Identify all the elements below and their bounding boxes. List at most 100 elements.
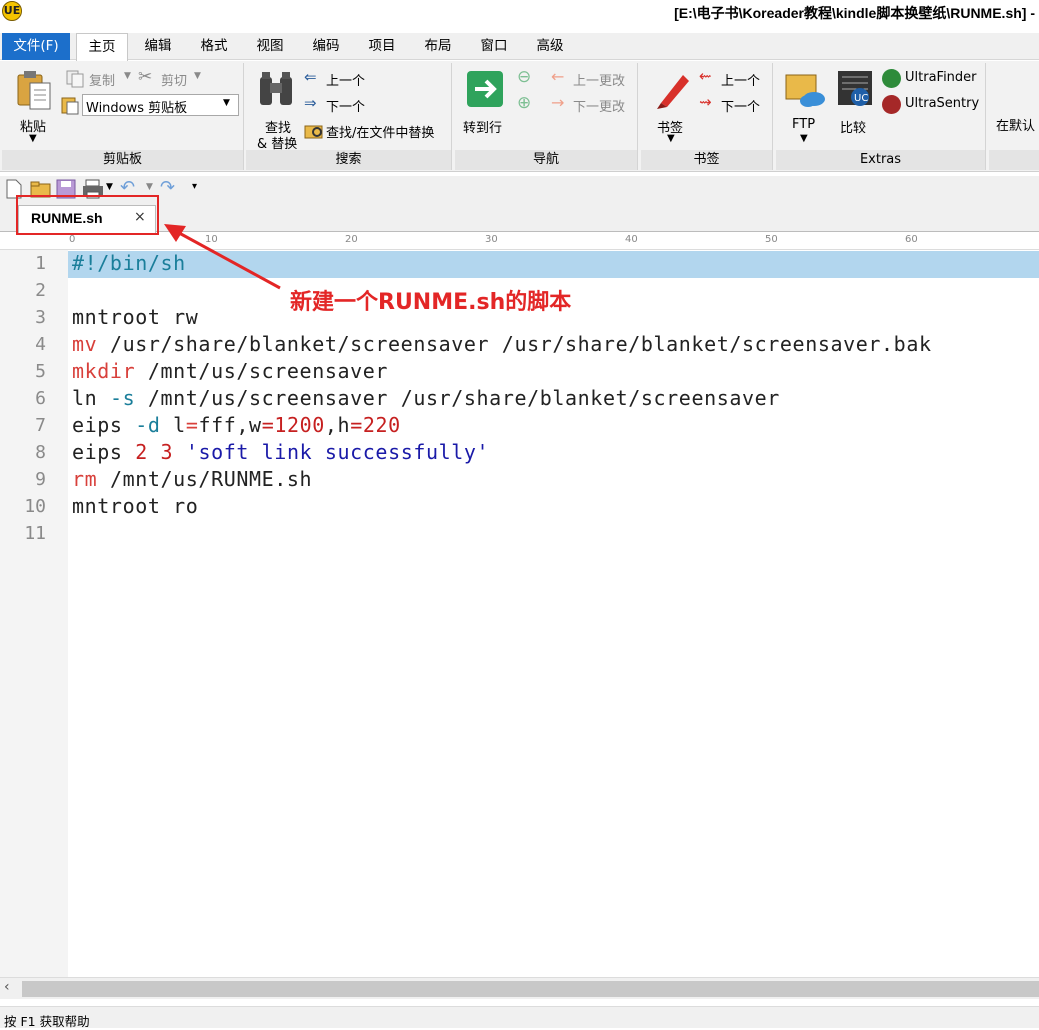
compare-icon: UC bbox=[838, 71, 872, 106]
menu-format[interactable]: 格式 bbox=[191, 33, 237, 60]
binoculars-icon bbox=[260, 72, 292, 105]
paste-button[interactable]: 粘贴 ▼ bbox=[12, 67, 58, 147]
horizontal-scrollbar[interactable]: ‹ bbox=[0, 977, 1039, 999]
find-next-icon: ⇒ bbox=[304, 94, 317, 112]
prev-change-button[interactable]: ← 上一更改 bbox=[551, 67, 635, 90]
code-line[interactable]: mntroot rw bbox=[72, 305, 198, 329]
code-token: /usr/share/blanket/screensaver /usr/shar… bbox=[97, 332, 932, 356]
bookmark-next-label: 下一个 bbox=[721, 100, 761, 115]
ruler-tick: 20 bbox=[345, 234, 358, 245]
ultrasentry-button[interactable]: UltraSentry bbox=[882, 94, 984, 116]
navigation-group-title: 导航 bbox=[455, 150, 637, 170]
find-next-label: 下一个 bbox=[326, 100, 366, 115]
clipboard-group: 粘贴 ▼ 复制 ▼ ✂ 剪切 ▼ Windows 剪贴板 ▼ 剪贴板 bbox=[2, 63, 244, 170]
ultrafinder-label: UltraFinder bbox=[905, 70, 977, 85]
back-circle-icon[interactable]: ⊖ bbox=[517, 67, 531, 87]
menu-encoding[interactable]: 编码 bbox=[303, 33, 349, 60]
window-title: [E:\电子书\Koreader教程\kindle脚本换壁纸\RUNME.sh]… bbox=[674, 5, 1035, 21]
code-token: rm bbox=[72, 467, 98, 491]
paste-icon bbox=[17, 71, 51, 110]
code-line[interactable]: mntroot ro bbox=[72, 494, 198, 518]
navigation-group: 转到行 ⊖ ⊕ ← 上一更改 → 下一更改 导航 bbox=[455, 63, 638, 170]
find-prev-label: 上一个 bbox=[326, 74, 366, 89]
folder-search-icon bbox=[304, 125, 323, 139]
ultrafinder-button[interactable]: UltraFinder bbox=[882, 68, 984, 90]
extras-group: FTP ▼ UC 比较 UltraFinder UltraSentry Extr… bbox=[776, 63, 986, 170]
code-editor[interactable]: #!/bin/sh mntroot rw mv /usr/share/blanket… bbox=[68, 250, 1039, 977]
menu-view[interactable]: 视图 bbox=[247, 33, 293, 60]
chevron-down-icon[interactable]: ▼ bbox=[106, 182, 113, 192]
scissors-icon: ✂ bbox=[138, 67, 153, 87]
code-token: /mnt/us/RUNME.sh bbox=[97, 467, 313, 491]
menu-edit[interactable]: 编辑 bbox=[135, 33, 181, 60]
line-number: 10 bbox=[24, 496, 46, 517]
code-line[interactable]: eips 2 3 'soft link successfully' bbox=[72, 440, 489, 464]
menu-layout[interactable]: 布局 bbox=[415, 33, 461, 60]
find-prev-icon: ⇐ bbox=[304, 68, 317, 86]
bookmark-icon bbox=[657, 75, 689, 109]
overflow-label[interactable]: 在默认 bbox=[996, 115, 1035, 134]
scrollbar-thumb[interactable] bbox=[22, 981, 1039, 997]
code-token: -s bbox=[109, 386, 136, 410]
ruler-tick: 60 bbox=[905, 234, 918, 245]
code-token: = bbox=[185, 413, 199, 437]
next-change-button[interactable]: → 下一更改 bbox=[551, 93, 635, 116]
chevron-down-icon: ▼ bbox=[667, 133, 675, 144]
customize-toolbar-icon[interactable]: ▾ bbox=[192, 181, 197, 192]
code-token: mv bbox=[72, 332, 98, 356]
code-token: 2 3 bbox=[135, 440, 174, 464]
cut-label: 剪切 bbox=[161, 74, 188, 89]
ultrasentry-icon bbox=[882, 95, 901, 114]
find-prev-button[interactable]: ⇐ 上一个 bbox=[304, 68, 394, 90]
line-number: 1 bbox=[35, 253, 46, 274]
chevron-down-icon: ▼ bbox=[124, 71, 131, 81]
ftp-cloud-icon bbox=[785, 74, 825, 107]
code-token: 'soft link successfully' bbox=[185, 440, 490, 464]
menu-bar: 文件(F) 主页 编辑 格式 视图 编码 项目 布局 窗口 高级 bbox=[0, 33, 1039, 61]
goto-line-button[interactable]: 转到行 bbox=[459, 67, 515, 149]
chevron-down-icon[interactable]: ▼ bbox=[146, 182, 153, 192]
code-line[interactable]: eips -d l=fff,w=1200,h=220 bbox=[72, 413, 401, 437]
clipboard-group-title: 剪贴板 bbox=[2, 150, 243, 170]
title-bar: UE [E:\电子书\Koreader教程\kindle脚本换壁纸\RUNME.… bbox=[0, 0, 1039, 30]
menu-advanced[interactable]: 高级 bbox=[527, 33, 573, 60]
bookmark-prev-button[interactable]: ⇜ 上一个 bbox=[699, 67, 771, 90]
code-token: -d bbox=[135, 413, 161, 437]
menu-file[interactable]: 文件(F) bbox=[2, 33, 70, 60]
line-number: 11 bbox=[24, 523, 46, 544]
menu-home[interactable]: 主页 bbox=[76, 33, 128, 61]
code-line[interactable]: mkdir /mnt/us/screensaver bbox=[72, 359, 388, 383]
column-ruler: 0 10 20 30 40 50 60 bbox=[0, 233, 1039, 250]
redo-icon[interactable]: ↷ bbox=[160, 177, 175, 198]
bookmark-prev-label: 上一个 bbox=[721, 74, 761, 89]
ultrasentry-label: UltraSentry bbox=[905, 96, 980, 111]
find-in-files-button[interactable]: 查找/在文件中替换 bbox=[304, 120, 450, 142]
forward-circle-icon[interactable]: ⊕ bbox=[517, 93, 531, 113]
menu-project[interactable]: 项目 bbox=[359, 33, 405, 60]
scroll-left-icon[interactable]: ‹ bbox=[4, 979, 10, 995]
find-next-button[interactable]: ⇒ 下一个 bbox=[304, 94, 394, 116]
menu-window[interactable]: 窗口 bbox=[471, 33, 517, 60]
compare-button[interactable]: UC 比较 bbox=[832, 67, 880, 149]
arrow-right-icon: → bbox=[551, 93, 565, 112]
code-token: /mnt/us/screensaver bbox=[135, 359, 389, 383]
bookmark-prev-icon: ⇜ bbox=[699, 67, 712, 85]
code-token: fff,w bbox=[198, 413, 262, 437]
code-line[interactable]: mv /usr/share/blanket/screensaver /usr/s… bbox=[72, 332, 932, 356]
annotation-text: 新建一个RUNME.sh的脚本 bbox=[290, 290, 572, 315]
ruler-tick: 30 bbox=[485, 234, 498, 245]
bookmark-button[interactable]: 书签 ▼ bbox=[647, 67, 695, 149]
svg-text:UC: UC bbox=[854, 93, 868, 104]
copy-button[interactable]: 复制 ▼ bbox=[64, 68, 144, 90]
find-replace-button[interactable]: 查找 & 替换 bbox=[250, 67, 304, 152]
ftp-button[interactable]: FTP ▼ bbox=[780, 67, 828, 149]
copy-label: 复制 bbox=[89, 74, 116, 89]
bookmark-next-button[interactable]: ⇝ 下一个 bbox=[699, 93, 771, 116]
bookmarks-group-title: 书签 bbox=[641, 150, 772, 170]
clipboard-list-icon bbox=[61, 97, 79, 115]
clipboard-select[interactable]: Windows 剪贴板 ▼ bbox=[82, 94, 239, 116]
code-line[interactable]: rm /mnt/us/RUNME.sh bbox=[72, 467, 312, 491]
cut-button[interactable]: ✂ 剪切 ▼ bbox=[136, 67, 216, 90]
code-line[interactable]: ln -s /mnt/us/screensaver /usr/share/bla… bbox=[72, 386, 780, 410]
